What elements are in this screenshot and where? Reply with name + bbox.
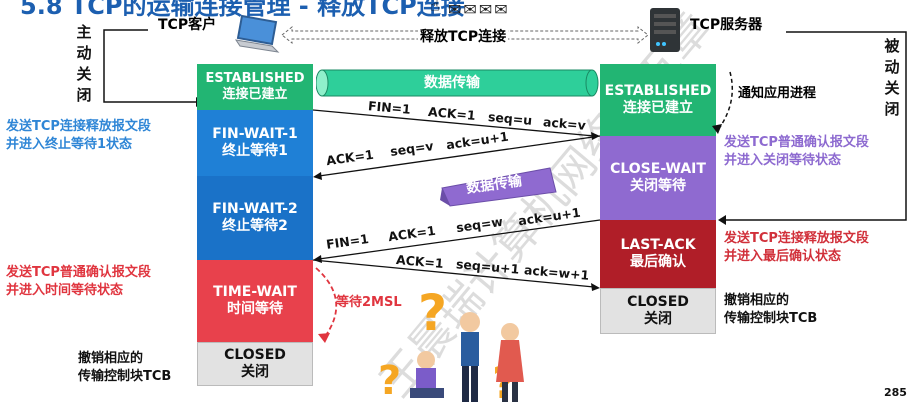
right-note-1: 发送TCP普通确认报文段 并进入关闭等待状态 — [724, 135, 869, 168]
right-note-2: 发送TCP连接释放报文段 并进入最后确认状态 — [724, 231, 869, 264]
left-note-2: 发送TCP普通确认报文段 并进入时间等待状态 — [6, 265, 151, 298]
people-illustration: ? ? ? — [378, 284, 524, 405]
svg-text:?: ? — [378, 358, 401, 404]
question-mark-icon: ? — [418, 284, 447, 342]
page-number: 285 — [884, 386, 907, 399]
left-note-1: 发送TCP连接释放报文段 并进入终止等待1状态 — [6, 119, 151, 152]
right-note-3: 撤销相应的 传输控制块TCB — [724, 293, 818, 326]
left-note-3: 撤销相应的 传输控制块TCB — [78, 351, 172, 384]
